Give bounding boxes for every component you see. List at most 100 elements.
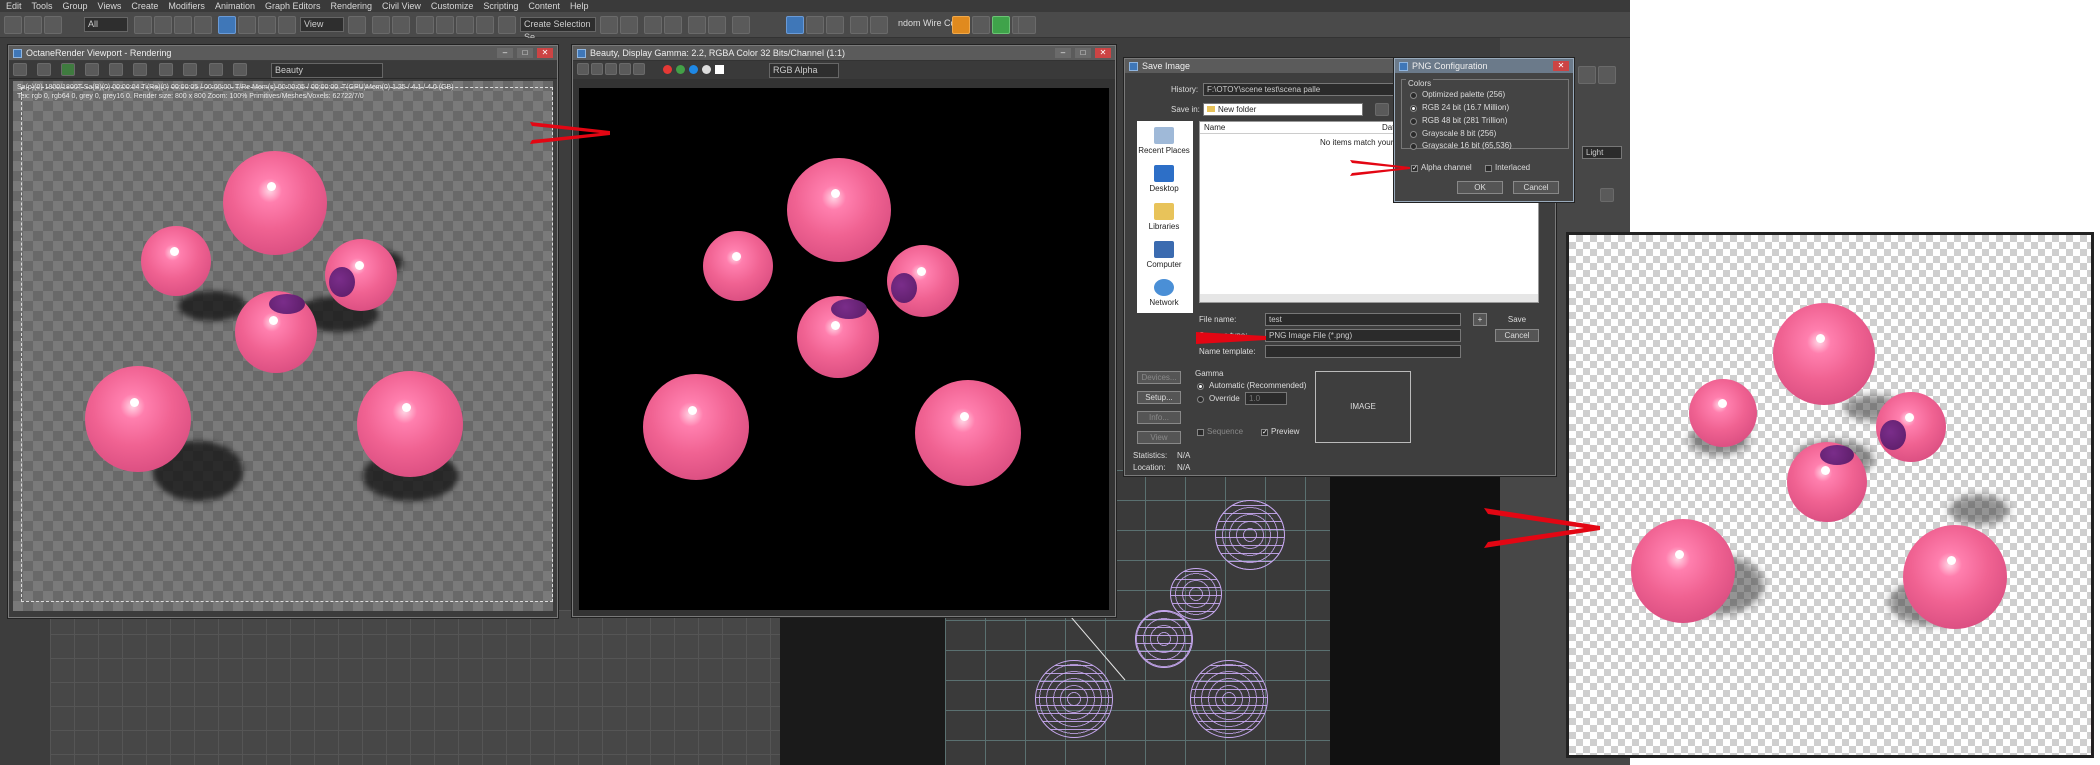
minimize-button[interactable]: – — [497, 48, 513, 58]
render-iterative-icon[interactable] — [850, 16, 868, 34]
light-type-field[interactable]: Light — [1582, 146, 1622, 159]
focus-picker-icon[interactable] — [159, 63, 173, 76]
setup-button[interactable]: Setup... — [1137, 391, 1181, 404]
color-swatch[interactable] — [1600, 188, 1614, 202]
place-icon[interactable] — [278, 16, 296, 34]
menu-help[interactable]: Help — [568, 0, 597, 12]
menu-customize[interactable]: Customize — [429, 0, 482, 12]
display-channel-dropdown[interactable]: RGB Alpha — [769, 63, 839, 78]
place-desktop[interactable]: Desktop — [1137, 165, 1191, 193]
link-icon[interactable] — [24, 16, 42, 34]
pause-icon[interactable] — [109, 63, 123, 76]
white-balance-icon[interactable] — [183, 63, 197, 76]
container-icon[interactable] — [1018, 16, 1036, 34]
option-radio[interactable] — [1410, 92, 1417, 99]
render-production-icon[interactable] — [826, 16, 844, 34]
create-tab-icon[interactable] — [1578, 66, 1596, 84]
render-pass-dropdown[interactable]: Beauty — [271, 63, 383, 78]
save-icon[interactable] — [13, 63, 27, 76]
save-as-type-dropdown[interactable]: PNG Image File (*.png) — [1265, 329, 1461, 342]
red-channel-icon[interactable] — [663, 65, 672, 74]
copy-image-icon[interactable] — [591, 63, 603, 75]
alpha-channel-checkbox[interactable]: ✓ — [1411, 165, 1418, 172]
rotate-icon[interactable] — [238, 16, 256, 34]
green-channel-icon[interactable] — [676, 65, 685, 74]
file-name-input[interactable]: test — [1265, 313, 1461, 326]
cancel-button[interactable]: Cancel — [1495, 329, 1539, 342]
place-computer[interactable]: Computer — [1137, 241, 1191, 269]
menu-create[interactable]: Create — [129, 0, 166, 12]
horizontal-scrollbar[interactable] — [1200, 294, 1538, 302]
menu-animation[interactable]: Animation — [213, 0, 263, 12]
menu-views[interactable]: Views — [96, 0, 130, 12]
named-selection-dropdown[interactable]: Create Selection Se — [520, 17, 596, 42]
front-viewport-grid[interactable] — [50, 610, 780, 765]
unlink-icon[interactable] — [44, 16, 62, 34]
option-radio[interactable] — [1410, 118, 1417, 125]
keyboard-shortcut-icon[interactable] — [392, 16, 410, 34]
maximize-button[interactable]: □ — [1075, 48, 1091, 58]
align-icon[interactable] — [620, 16, 638, 34]
save-in-dropdown[interactable]: New folder — [1203, 103, 1363, 116]
octane-tools-icon[interactable] — [972, 16, 990, 34]
select-by-name-icon[interactable] — [154, 16, 172, 34]
minimize-button[interactable]: – — [1055, 48, 1071, 58]
modify-tab-icon[interactable] — [1598, 66, 1616, 84]
layer-explorer-icon[interactable] — [644, 16, 662, 34]
save-image-icon[interactable] — [577, 63, 589, 75]
column-date[interactable]: Dat — [1382, 123, 1394, 132]
percent-snap-icon[interactable] — [456, 16, 474, 34]
close-button[interactable]: ✕ — [1095, 48, 1111, 58]
gamma-override-spinner[interactable]: 1.0 — [1245, 392, 1287, 405]
window-crossing-icon[interactable] — [194, 16, 212, 34]
schematic-view-icon[interactable] — [708, 16, 726, 34]
save-button[interactable]: Save — [1495, 313, 1539, 326]
menu-rendering[interactable]: Rendering — [329, 0, 381, 12]
reference-coord-dropdown[interactable]: View — [300, 17, 344, 32]
menu-edit[interactable]: Edit — [4, 0, 30, 12]
column-name[interactable]: Name — [1204, 123, 1225, 132]
close-button[interactable]: ✕ — [1553, 61, 1569, 71]
menu-civil-view[interactable]: Civil View — [380, 0, 429, 12]
select-object-icon[interactable] — [134, 16, 152, 34]
place-libraries[interactable]: Libraries — [1137, 203, 1191, 231]
scatter-tree-icon[interactable] — [992, 16, 1010, 34]
close-button[interactable]: ✕ — [537, 48, 553, 58]
back-icon[interactable] — [1375, 103, 1389, 116]
increment-button[interactable]: + — [1473, 313, 1487, 326]
menu-modifiers[interactable]: Modifiers — [166, 0, 213, 12]
clone-window-icon[interactable] — [605, 63, 617, 75]
option-radio[interactable] — [1410, 143, 1417, 150]
name-template-dropdown[interactable] — [1265, 345, 1461, 358]
blue-channel-icon[interactable] — [689, 65, 698, 74]
preview-checkbox[interactable]: ✓ — [1261, 429, 1268, 436]
menu-content[interactable]: Content — [526, 0, 568, 12]
scale-icon[interactable] — [258, 16, 276, 34]
material-picker-icon[interactable] — [209, 63, 223, 76]
monochrome-icon[interactable] — [715, 65, 724, 74]
curve-editor-icon[interactable] — [688, 16, 706, 34]
spinner-snap-icon[interactable] — [476, 16, 494, 34]
rect-selection-icon[interactable] — [174, 16, 192, 34]
select-manipulate-icon[interactable] — [372, 16, 390, 34]
view-button[interactable]: View — [1137, 431, 1181, 444]
mirror-icon[interactable] — [600, 16, 618, 34]
ok-button[interactable]: OK — [1457, 181, 1503, 194]
devices-button[interactable]: Devices... — [1137, 371, 1181, 384]
menu-tools[interactable]: Tools — [30, 0, 61, 12]
stop-render-icon[interactable] — [85, 63, 99, 76]
print-icon[interactable] — [619, 63, 631, 75]
alpha-channel-icon[interactable] — [702, 65, 711, 74]
interlaced-checkbox[interactable] — [1485, 165, 1492, 172]
angle-snap-icon[interactable] — [436, 16, 454, 34]
snaps-toggle-icon[interactable] — [416, 16, 434, 34]
restart-render-icon[interactable] — [61, 63, 75, 76]
menu-graph-editors[interactable]: Graph Editors — [263, 0, 329, 12]
region-render-icon[interactable] — [133, 63, 147, 76]
octane-render-canvas[interactable]: Sa(p)(0) 1800/1800T Sa(B)(0) 00:00:04 Ti… — [13, 81, 553, 611]
maximize-button[interactable]: □ — [517, 48, 533, 58]
clear-icon[interactable] — [633, 63, 645, 75]
undo-icon[interactable] — [4, 16, 22, 34]
toggle-ribbon-icon[interactable] — [664, 16, 682, 34]
menu-group[interactable]: Group — [61, 0, 96, 12]
